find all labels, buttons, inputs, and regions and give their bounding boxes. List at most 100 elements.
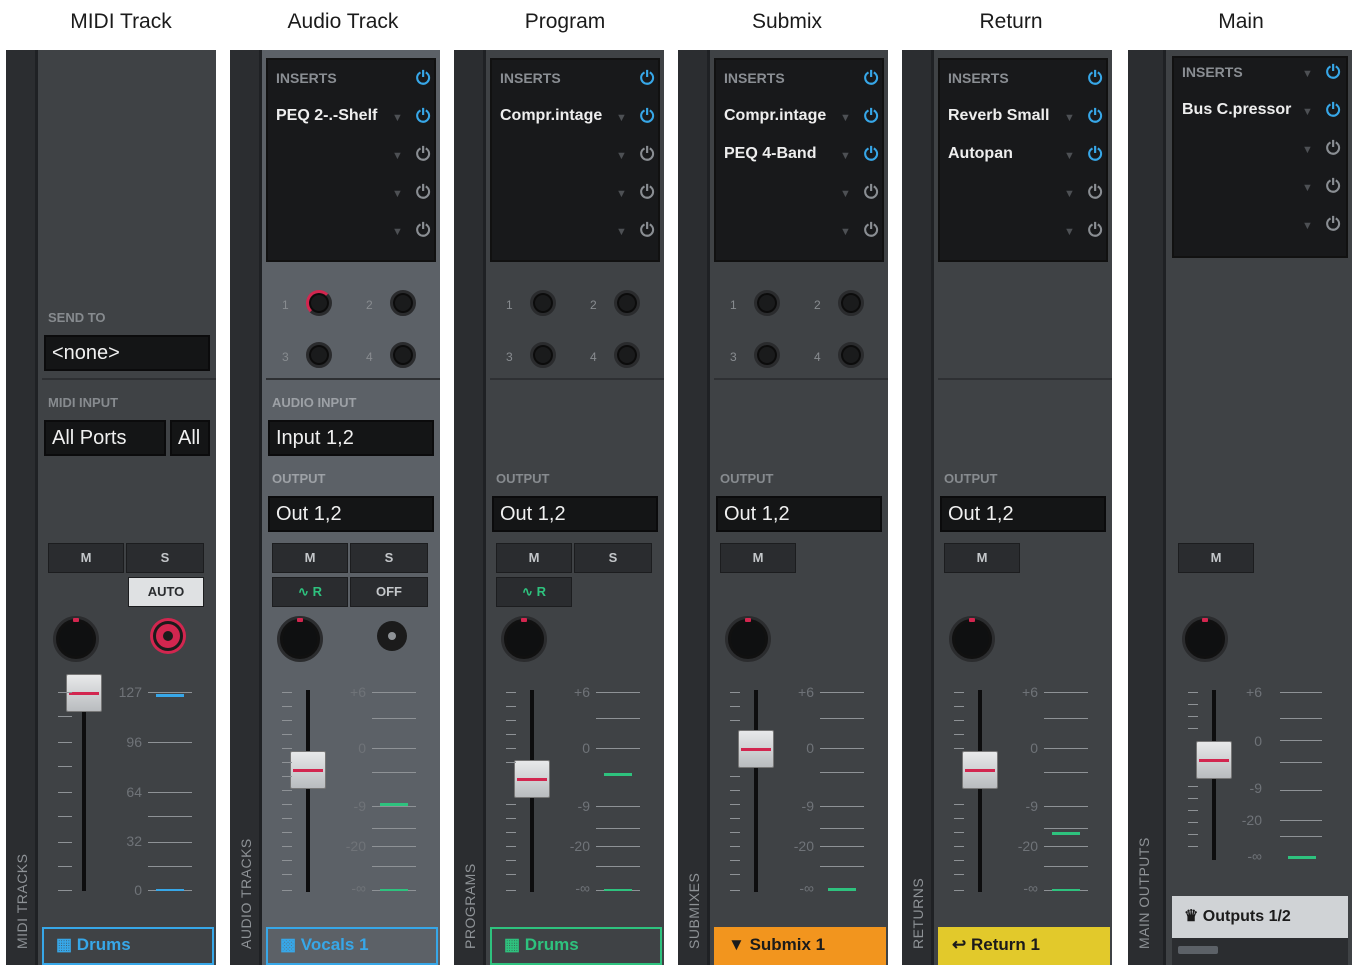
send-1-knob[interactable] [754,290,780,316]
inserts-power-icon[interactable]: ⏻ [1088,68,1102,89]
chevron-down-icon[interactable]: ▼ [1064,188,1075,200]
insert-4-power-icon[interactable]: ⏻ [416,220,430,241]
output-field[interactable]: Out 1,2 [492,496,658,532]
pan-knob[interactable] [53,616,99,662]
inserts-power-icon[interactable]: ⏻ [1326,62,1340,83]
send-1-knob[interactable] [306,290,332,316]
mute-button[interactable]: M [272,543,348,573]
insert-1-power-icon[interactable]: ⏻ [416,106,430,127]
chevron-down-icon[interactable]: ▼ [392,226,403,238]
insert-4-power-icon[interactable]: ⏻ [1326,214,1340,235]
insert-2-power-icon[interactable]: ⏻ [640,144,654,165]
pan-knob[interactable] [949,616,995,662]
send-2-knob[interactable] [614,290,640,316]
send-4-knob[interactable] [838,342,864,368]
track-footer-drums[interactable]: ▦ Drums [42,927,214,965]
chevron-down-icon[interactable]: ▼ [616,112,627,124]
insert-3-power-icon[interactable]: ⏻ [1088,182,1102,203]
mute-button[interactable]: M [944,543,1020,573]
solo-button[interactable]: S [350,543,428,573]
send-1-knob[interactable] [530,290,556,316]
track-footer-vocals[interactable]: ▩ Vocals 1 [266,927,438,965]
insert-3-power-icon[interactable]: ⏻ [864,182,878,203]
insert-1-power-icon[interactable]: ⏻ [640,106,654,127]
chevron-down-icon[interactable]: ▼ [616,188,627,200]
chevron-down-icon[interactable]: ▼ [616,226,627,238]
auto-button[interactable]: AUTO [128,577,204,607]
input-monitor-button[interactable] [377,621,407,651]
track-footer-submix[interactable]: ▼ Submix 1 [714,927,886,965]
pan-knob[interactable] [501,616,547,662]
record-arm-button[interactable] [153,621,183,651]
chevron-down-icon[interactable]: ▼ [1302,220,1313,232]
monitor-off-button[interactable]: OFF [350,577,428,607]
volume-fader[interactable] [66,674,102,712]
insert-4-power-icon[interactable]: ⏻ [864,220,878,241]
pan-knob[interactable] [277,616,323,662]
main-outputs-footer[interactable]: ♛ Outputs 1/2 [1172,896,1348,938]
pan-knob[interactable] [1182,616,1228,662]
pan-knob[interactable] [725,616,771,662]
insert-slot-1[interactable]: Reverb Small [948,107,1049,125]
send-2-knob[interactable] [838,290,864,316]
inserts-power-icon[interactable]: ⏻ [864,68,878,89]
insert-slot-1[interactable]: Bus C.pressor [1182,101,1291,119]
mute-button[interactable]: M [1178,543,1254,573]
inserts-power-icon[interactable]: ⏻ [640,68,654,89]
chevron-down-icon[interactable]: ▼ [1064,226,1075,238]
volume-fader[interactable] [514,760,550,798]
chevron-down-icon[interactable]: ▼ [616,150,627,162]
chevron-down-icon[interactable]: ▼ [1302,144,1313,156]
chevron-down-icon[interactable]: ▼ [392,112,403,124]
automation-read-button[interactable]: ∿ R [272,577,348,607]
chevron-down-icon[interactable]: ▼ [1302,182,1313,194]
chevron-down-icon[interactable]: ▼ [1302,68,1313,80]
chevron-down-icon[interactable]: ▼ [840,188,851,200]
insert-slot-2[interactable]: Autopan [948,145,1013,163]
chevron-down-icon[interactable]: ▼ [840,112,851,124]
solo-button[interactable]: S [126,543,204,573]
insert-slot-1[interactable]: PEQ 2-.-Shelf [276,107,377,125]
chevron-down-icon[interactable]: ▼ [1064,112,1075,124]
send-to-field[interactable]: <none> [44,335,210,371]
send-4-knob[interactable] [614,342,640,368]
insert-1-power-icon[interactable]: ⏻ [864,106,878,127]
volume-fader[interactable] [1196,741,1232,779]
midi-input-channel-field[interactable]: All [170,420,210,456]
send-3-knob[interactable] [754,342,780,368]
insert-2-power-icon[interactable]: ⏻ [1088,144,1102,165]
scrollbar-thumb[interactable] [1178,946,1218,954]
send-2-knob[interactable] [390,290,416,316]
mute-button[interactable]: M [720,543,796,573]
track-footer-return[interactable]: ↩ Return 1 [938,927,1110,965]
insert-4-power-icon[interactable]: ⏻ [640,220,654,241]
chevron-down-icon[interactable]: ▼ [840,150,851,162]
solo-button[interactable]: S [574,543,652,573]
mute-button[interactable]: M [496,543,572,573]
insert-3-power-icon[interactable]: ⏻ [640,182,654,203]
insert-1-power-icon[interactable]: ⏻ [1088,106,1102,127]
insert-2-power-icon[interactable]: ⏻ [1326,138,1340,159]
insert-2-power-icon[interactable]: ⏻ [416,144,430,165]
insert-3-power-icon[interactable]: ⏻ [1326,176,1340,197]
chevron-down-icon[interactable]: ▼ [1302,106,1313,118]
midi-input-port-field[interactable]: All Ports [44,420,166,456]
insert-1-power-icon[interactable]: ⏻ [1326,100,1340,121]
insert-slot-1[interactable]: Compr.intage [724,107,826,125]
chevron-down-icon[interactable]: ▼ [392,188,403,200]
insert-slot-2[interactable]: PEQ 4-Band [724,145,816,163]
send-3-knob[interactable] [306,342,332,368]
insert-3-power-icon[interactable]: ⏻ [416,182,430,203]
inserts-power-icon[interactable]: ⏻ [416,68,430,89]
output-field[interactable]: Out 1,2 [268,496,434,532]
volume-fader[interactable] [962,751,998,789]
mute-button[interactable]: M [48,543,124,573]
output-field[interactable]: Out 1,2 [940,496,1106,532]
insert-4-power-icon[interactable]: ⏻ [1088,220,1102,241]
chevron-down-icon[interactable]: ▼ [840,226,851,238]
track-footer-drums[interactable]: ▦ Drums [490,927,662,965]
send-4-knob[interactable] [390,342,416,368]
volume-fader[interactable] [290,751,326,789]
insert-slot-1[interactable]: Compr.intage [500,107,602,125]
scrollbar-track[interactable] [1172,938,1348,965]
